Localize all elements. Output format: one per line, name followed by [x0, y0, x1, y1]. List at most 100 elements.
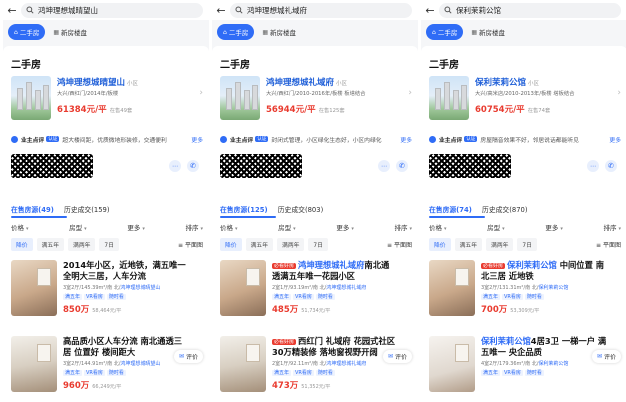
estate-summary[interactable]: 鸿坤理想城晴望山 小区 大兴/西红门/2014年/板楼 61384元/平 在售49套…: [11, 76, 203, 124]
owner-review[interactable]: 业主点评 认证 封闭式管理，小区绿化生态好，小区内绿化 更多: [220, 133, 412, 145]
floorplan-filter[interactable]: ≡ 平面图: [596, 240, 621, 249]
filter-more[interactable]: 更多 ▾: [545, 222, 563, 234]
chip-five-years[interactable]: 满五年: [454, 237, 483, 251]
filter-sort[interactable]: 排序 ▾: [394, 222, 412, 234]
evaluate-button[interactable]: ✉ 评价: [382, 350, 412, 363]
listing-title-line2[interactable]: 透满五年唯一花园小区: [272, 271, 412, 282]
back-arrow-icon[interactable]: ←: [421, 4, 439, 17]
search-input[interactable]: 保利茉莉公馆: [439, 2, 621, 18]
tab-on-sale[interactable]: 在售房源(74): [429, 206, 472, 214]
listing-photo[interactable]: [220, 336, 266, 392]
chevron-right-icon[interactable]: ›: [617, 88, 621, 98]
verified-badge: 认证: [46, 136, 60, 142]
phone-icon[interactable]: ✆: [396, 160, 408, 172]
listing-item[interactable]: 2014年小区，近地铁，满五唯一 全明大三居，人车分流 3室2厅/145.39m…: [11, 260, 203, 322]
back-arrow-icon[interactable]: ←: [212, 4, 230, 17]
listing-photo[interactable]: [429, 260, 475, 316]
review-more-link[interactable]: 更多: [609, 135, 621, 144]
tab-sold-history[interactable]: 历史成交(870): [482, 206, 527, 214]
evaluate-button[interactable]: ✉ 评价: [173, 350, 203, 363]
listing-title-line1[interactable]: 高品质小区人车分流 南北通透三: [63, 336, 203, 347]
search-input[interactable]: 鸿坤理想城晴望山: [21, 2, 203, 18]
tab-sold-history[interactable]: 历史成交(803): [278, 206, 323, 214]
filter-sort[interactable]: 排序 ▾: [185, 222, 203, 234]
filter-price[interactable]: 价格 ▾: [220, 222, 238, 234]
phone-icon[interactable]: ✆: [187, 160, 199, 172]
chevron-right-icon[interactable]: ›: [408, 88, 412, 98]
filter-layout[interactable]: 房型 ▾: [69, 222, 87, 234]
tab-sold-history[interactable]: 历史成交(159): [64, 206, 109, 214]
listing-price: 473万 51,352元/平: [272, 381, 331, 391]
owner-review[interactable]: 业主点评 认证 超大楼间距，优质微地形装修，交通便利 更多: [11, 133, 203, 145]
listing-item[interactable]: 必看好房 保利茉莉公馆 中间位置 南 北三居 近地铁 3室2厅/131.31m²/…: [429, 260, 621, 322]
chat-icon[interactable]: ⋯: [587, 160, 599, 172]
listing-photo[interactable]: [11, 336, 57, 392]
filter-layout[interactable]: 房型 ▾: [278, 222, 296, 234]
chat-icon[interactable]: ⋯: [169, 160, 181, 172]
chip-two-years[interactable]: 满两年: [277, 237, 305, 251]
chip-five-years[interactable]: 满五年: [245, 237, 274, 251]
listing-photo[interactable]: [429, 336, 475, 392]
estate-photo[interactable]: [429, 76, 469, 120]
listing-title-rest: 西红门 礼域府 花园式社区: [298, 336, 396, 346]
listing-photo[interactable]: [220, 260, 266, 316]
chip-five-years[interactable]: 满五年: [36, 237, 65, 251]
tab-secondhand[interactable]: ⌂ 二手房: [217, 24, 255, 40]
listing-item[interactable]: 必看好房 西红门 礼域府 花园式社区 30万精装修 落地窗视野开阔 2室1厅/92…: [220, 336, 412, 398]
estate-photo[interactable]: [220, 76, 260, 120]
filter-price[interactable]: 价格 ▾: [429, 222, 447, 234]
chip-two-years[interactable]: 满两年: [486, 237, 514, 251]
tab-newhome[interactable]: ▦ 新房楼盘: [53, 27, 87, 38]
chip-seven-days[interactable]: 7日: [517, 237, 537, 251]
estate-summary[interactable]: 鸿坤理想城礼域府 小区 大兴/西红门/2010-2016年/板楼 板塔结合 569…: [220, 76, 412, 124]
chip-seven-days[interactable]: 7日: [99, 237, 119, 251]
estate-name[interactable]: 鸿坤理想城晴望山 小区: [57, 76, 138, 88]
listing-meta: 3室2厅/145.39m²/南 北/鸿坤理想城晴望山: [63, 285, 161, 291]
estate-type-tag: 小区: [528, 81, 540, 87]
listing-title-line1[interactable]: 保利茉莉公馆4居3卫 一梯一户 满: [481, 336, 621, 347]
listing-item[interactable]: 必看好房 鸿坤理想城礼域府南北通 透满五年唯一花园小区 2室1厅/93.19m²/…: [220, 260, 412, 322]
filter-more[interactable]: 更多 ▾: [127, 222, 145, 234]
listing-photo[interactable]: [11, 260, 57, 316]
estate-photo[interactable]: [11, 76, 51, 120]
floorplan-filter[interactable]: ≡ 平面图: [178, 240, 203, 249]
listing-title-line1[interactable]: 2014年小区，近地铁，满五唯一: [63, 260, 203, 271]
tab-secondhand[interactable]: ⌂ 二手房: [426, 24, 464, 40]
filter-more[interactable]: 更多 ▾: [336, 222, 354, 234]
listing-title-line2[interactable]: 全明大三居，人车分流: [63, 271, 203, 282]
filter-sort[interactable]: 排序 ▾: [603, 222, 621, 234]
chip-two-years[interactable]: 满两年: [68, 237, 96, 251]
evaluate-button[interactable]: ✉ 评价: [591, 350, 621, 363]
tab-newhome[interactable]: ▦ 新房楼盘: [471, 27, 505, 38]
estate-name[interactable]: 鸿坤理想城礼域府 小区: [266, 76, 347, 88]
review-more-link[interactable]: 更多: [191, 135, 203, 144]
review-more-link[interactable]: 更多: [400, 135, 412, 144]
back-arrow-icon[interactable]: ←: [3, 4, 21, 17]
chevron-right-icon[interactable]: ›: [199, 88, 203, 98]
tab-newhome[interactable]: ▦ 新房楼盘: [262, 27, 296, 38]
listing-item[interactable]: 高品质小区人车分流 南北通透三 居 位置好 楼间距大 3室2厅/144.91m²…: [11, 336, 203, 398]
phone-icon[interactable]: ✆: [605, 160, 617, 172]
building-icon: ▦: [471, 28, 477, 36]
tab-on-sale[interactable]: 在售房源(125): [220, 206, 268, 214]
estate-summary[interactable]: 保利茉莉公馆 小区 大兴/高米店/2010-2013年/板楼 塔板结合 60754…: [429, 76, 621, 124]
listing-title-rest: 高品质小区人车分流 南北通透三: [63, 336, 183, 346]
chip-seven-days[interactable]: 7日: [308, 237, 328, 251]
quick-chips: 降价 满五年 满两年 7日 ≡ 平面图: [11, 237, 203, 251]
estate-name[interactable]: 保利茉莉公馆 小区: [475, 76, 539, 88]
filter-price[interactable]: 价格 ▾: [11, 222, 29, 234]
chip-price-drop[interactable]: 降价: [429, 237, 451, 251]
tab-on-sale[interactable]: 在售房源(49): [11, 206, 54, 214]
chip-price-drop[interactable]: 降价: [11, 237, 33, 251]
tab-secondhand[interactable]: ⌂ 二手房: [8, 24, 46, 40]
search-input[interactable]: 鸿坤理想城礼域府: [230, 2, 412, 18]
floorplan-filter[interactable]: ≡ 平面图: [387, 240, 412, 249]
owner-review[interactable]: 业主点评 认证 房屋隔音效果不好，邻居说话都能听见 更多: [429, 133, 621, 145]
listing-title-highlight: 鸿坤理想城礼域府: [298, 260, 365, 270]
chat-icon[interactable]: ⋯: [378, 160, 390, 172]
listing-item[interactable]: 保利茉莉公馆4居3卫 一梯一户 满 五唯一 央企品质 4室2厅/179.36m²…: [429, 336, 621, 398]
phone-screen-2: ← 鸿坤理想城礼域府 ⌂ 二手房 ▦ 新房楼盘 二手房 鸿坤理想城礼域府 小区 大兴/…: [212, 0, 418, 402]
filter-layout[interactable]: 房型 ▾: [487, 222, 505, 234]
chip-price-drop[interactable]: 降价: [220, 237, 242, 251]
listing-title-line2[interactable]: 北三居 近地铁: [481, 271, 621, 282]
